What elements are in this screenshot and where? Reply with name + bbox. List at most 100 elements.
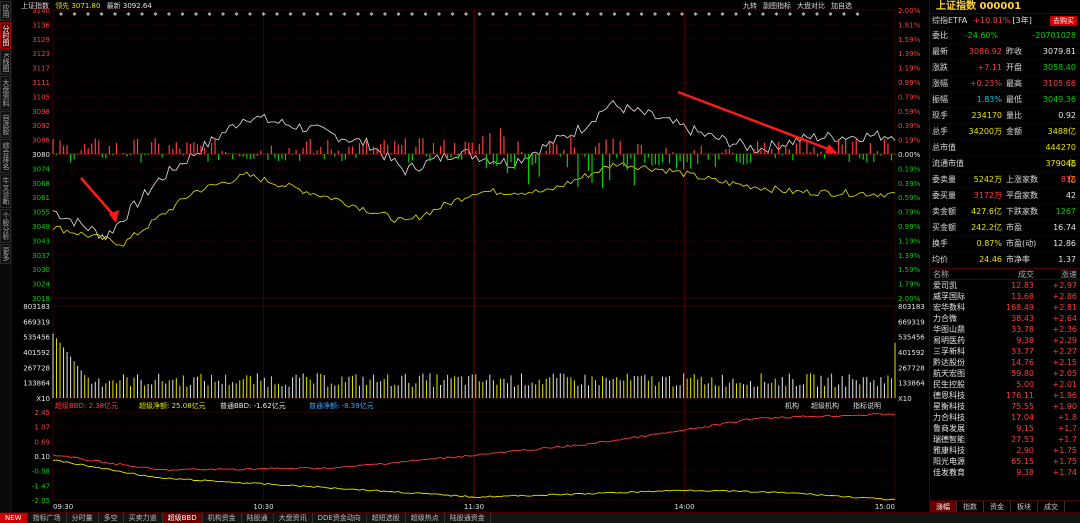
diamond-marker bbox=[774, 12, 779, 16]
sidebar-item[interactable]: 大盘资料 bbox=[0, 75, 11, 110]
bbd-tick-label: -1.47 bbox=[32, 482, 50, 490]
bottom-tab[interactable]: 陆股通资金 bbox=[445, 513, 491, 523]
sidebar-item[interactable]: 牛叉诊断 bbox=[0, 173, 11, 208]
bottom-tab[interactable]: 买卖力道 bbox=[124, 513, 163, 523]
col-speed: 涨速 bbox=[1061, 270, 1077, 279]
stock-row[interactable]: 华图山鼎 33.78 +2.36 bbox=[930, 324, 1080, 335]
quote-value: +7.11 bbox=[977, 63, 1002, 72]
quote-row: 换手 0.87% 市盈(动) 12.86 bbox=[930, 236, 1080, 252]
diamond-marker bbox=[788, 12, 792, 16]
stock-price: 38.43 bbox=[1011, 314, 1034, 323]
panel-tab[interactable]: 成交 bbox=[1038, 501, 1065, 512]
diamond-marker bbox=[693, 12, 698, 16]
quote-value2: -20701028 bbox=[1032, 31, 1076, 40]
price-tick-label: 3086 bbox=[32, 137, 50, 145]
quote-label2: 昨收 bbox=[1006, 47, 1022, 56]
quote-row: 均价 24.46 市净率 1.37 bbox=[930, 252, 1080, 268]
stock-row[interactable]: 星衡科技 75.55 +1.90 bbox=[930, 401, 1080, 412]
stock-speed: +2.27 bbox=[1052, 347, 1077, 356]
panel-tab[interactable]: 指数 bbox=[957, 501, 984, 512]
col-price: 成交 bbox=[1018, 270, 1034, 279]
stock-speed: +1.74 bbox=[1052, 468, 1077, 477]
stock-row[interactable]: 航天宏图 59.80 +2.05 bbox=[930, 368, 1080, 379]
sidebar-item[interactable]: 更多 bbox=[0, 243, 11, 264]
diamond-marker bbox=[828, 12, 833, 16]
stock-row[interactable]: 佳发教育 9.38 +1.74 bbox=[930, 467, 1080, 478]
sidebar-item[interactable]: 应用 bbox=[0, 1, 11, 21]
sidebar-item[interactable]: 个股分析 bbox=[0, 208, 11, 243]
pct-tick-label: 0.39% bbox=[898, 122, 921, 130]
volume-tick-label-r: X10 bbox=[898, 395, 912, 403]
etf-row[interactable]: 综指ETFA +10.81% [3年] 去购买 bbox=[930, 14, 1080, 28]
left-sidebar: 应用 分时图 K线图 大盘资料 自选股 综合排名 牛叉诊断 个股分析 更多 bbox=[0, 0, 12, 512]
stock-list-header: 名称 成交 涨速 bbox=[930, 268, 1080, 280]
pct-tick-label: 1.59% bbox=[898, 266, 921, 274]
quote-value2: 1267 bbox=[1055, 207, 1076, 216]
pct-tick-label: 0.99% bbox=[898, 79, 921, 87]
diamond-marker bbox=[450, 12, 455, 16]
bottom-tab[interactable]: NEW bbox=[0, 513, 28, 523]
volume-tick-label: 133864 bbox=[23, 380, 50, 388]
quote-row: 卖金额 427.6亿 下跌家数 1267 bbox=[930, 204, 1080, 220]
bottom-tab[interactable]: 超级热点 bbox=[406, 513, 445, 523]
diamond-marker bbox=[275, 12, 279, 16]
panel-tab[interactable]: 板块 bbox=[1011, 501, 1038, 512]
annotation-arrow bbox=[677, 90, 832, 152]
sidebar-item[interactable]: 自选股 bbox=[0, 110, 11, 138]
sidebar-item[interactable]: 综合排名 bbox=[0, 138, 11, 173]
bottom-tab[interactable]: 超短选股 bbox=[367, 513, 406, 523]
stock-row[interactable]: 威孚国际 13.68 +2.86 bbox=[930, 291, 1080, 302]
bottom-tab[interactable]: 分时量 bbox=[67, 513, 99, 523]
price-tick-label: 3092 bbox=[32, 122, 50, 130]
buy-button[interactable]: 去购买 bbox=[1050, 16, 1077, 26]
stock-row[interactable]: 黔达股份 14.76 +2.15 bbox=[930, 357, 1080, 368]
quote-value2: 3105.66 bbox=[1042, 79, 1076, 88]
price-tick-label: 3129 bbox=[32, 36, 50, 44]
pct-tick-label: 0.79% bbox=[898, 93, 921, 101]
quote-value bbox=[964, 140, 1004, 155]
bottom-tab[interactable]: 陆股通 bbox=[242, 513, 274, 523]
diamond-marker bbox=[221, 12, 225, 16]
stock-row[interactable]: 力合科技 17.04 +1.8 bbox=[930, 412, 1080, 423]
price-tick-label: 3105 bbox=[32, 93, 50, 101]
quote-label2: 最高 bbox=[1006, 79, 1022, 88]
stock-row[interactable]: 易明医药 9.38 +2.29 bbox=[930, 335, 1080, 346]
quote-value: 34200万 bbox=[968, 127, 1002, 136]
bottom-tab[interactable]: 大盘资讯 bbox=[274, 513, 313, 523]
stock-row[interactable]: 瑞德智能 27.53 +1.7 bbox=[930, 434, 1080, 445]
bbd-tick-label: 0.10 bbox=[34, 453, 50, 461]
stock-row[interactable]: 德恩科技 176.11 +1.96 bbox=[930, 390, 1080, 401]
diamond-marker bbox=[842, 12, 846, 16]
panel-tab[interactable]: 资金 bbox=[984, 501, 1011, 512]
diamond-marker bbox=[504, 12, 509, 16]
col-name: 名称 bbox=[933, 270, 949, 279]
stock-row[interactable]: 民生控股 5.00 +2.01 bbox=[930, 379, 1080, 390]
stock-row[interactable]: 阳光电源 65.15 +1.75 bbox=[930, 456, 1080, 467]
stock-row[interactable]: 力合微 38.43 +2.64 bbox=[930, 313, 1080, 324]
stock-row[interactable]: 雅康科技 2.90 +1.75 bbox=[930, 445, 1080, 456]
stock-row[interactable]: 爱司凯 12.83 +2.97 bbox=[930, 280, 1080, 291]
bottom-tab[interactable]: 超级BBD bbox=[162, 513, 203, 523]
sidebar-item[interactable]: K线图 bbox=[0, 50, 11, 75]
quote-label: 委卖量 bbox=[932, 175, 956, 184]
quote-label2 bbox=[1004, 140, 1038, 155]
quote-value: 5242万 bbox=[973, 175, 1002, 184]
bottom-tab[interactable]: 多空 bbox=[99, 513, 124, 523]
sidebar-item[interactable]: 分时图 bbox=[0, 22, 11, 49]
panel-tab[interactable]: 涨幅 bbox=[930, 501, 957, 512]
bottom-tab[interactable]: 指标广场 bbox=[28, 513, 67, 523]
bottom-tab[interactable]: 机构资金 bbox=[203, 513, 242, 523]
stock-speed: +1.75 bbox=[1052, 457, 1077, 466]
stock-row[interactable]: 宏华数科 168.49 +2.81 bbox=[930, 302, 1080, 313]
pct-tick-label: 1.59% bbox=[898, 36, 921, 44]
stock-speed: +1.8 bbox=[1057, 413, 1077, 422]
stock-row[interactable]: 鲁商发展 9.15 +1.7 bbox=[930, 423, 1080, 434]
quote-value: 24.46 bbox=[979, 255, 1002, 264]
diamond-marker bbox=[288, 12, 293, 16]
quote-label: 总市值 bbox=[932, 143, 956, 152]
bbd-tick-label: -0.58 bbox=[32, 468, 50, 476]
stock-speed: +2.36 bbox=[1052, 325, 1077, 334]
quote-label: 总手 bbox=[932, 127, 948, 136]
stock-row[interactable]: 三孚新科 33.77 +2.27 bbox=[930, 346, 1080, 357]
bottom-tab[interactable]: DDE资金动向 bbox=[313, 513, 367, 523]
